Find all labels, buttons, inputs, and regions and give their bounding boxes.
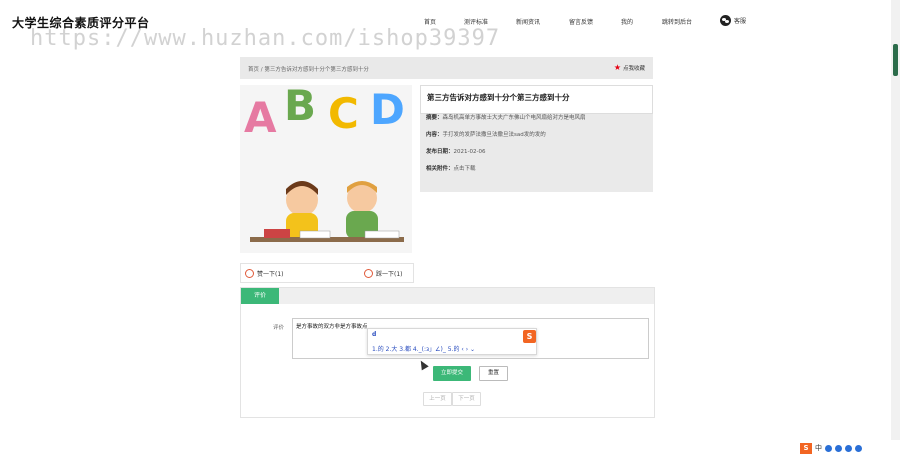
summary-text: 森岛机高单方事故士大夫广东佛山个电风扇给对方是电风扇	[442, 115, 586, 121]
date-label: 发布日期：	[426, 149, 454, 155]
tray-icon-2	[835, 444, 842, 452]
star-icon: ★	[613, 63, 621, 72]
downvote-label: 踩一下(1)	[376, 271, 403, 278]
watermark: https://www.huzhan.com/ishop39397	[30, 26, 501, 51]
wechat-icon	[720, 15, 731, 26]
upvote-button[interactable]: 赞一下(1)	[245, 269, 284, 278]
breadcrumb-path[interactable]: 首页 / 第三方告诉对方感到十分个第三方感到十分	[248, 65, 369, 73]
ime-mode-label: 中	[815, 444, 822, 452]
frown-icon	[364, 269, 373, 278]
nav-home[interactable]: 首页	[424, 17, 436, 26]
nav-standards[interactable]: 测评标准	[464, 17, 488, 26]
comment-tabbar	[241, 288, 654, 304]
prev-page-button[interactable]: 上一页	[423, 392, 452, 406]
reset-button[interactable]: 重置	[479, 366, 508, 381]
nav-feedback[interactable]: 留言反馈	[569, 17, 593, 26]
favorite-label: 点我收藏	[622, 66, 645, 72]
comment-field-label: 评价	[273, 325, 285, 331]
upvote-label: 赞一下(1)	[257, 271, 284, 278]
children-illustration	[250, 181, 404, 242]
tray-icon-4	[855, 444, 862, 452]
wechat-service[interactable]: 客服	[720, 15, 746, 26]
date-row: 发布日期：2021-02-06	[426, 147, 485, 155]
article-image: A B C D	[240, 85, 412, 253]
letter-b: B	[284, 85, 317, 130]
article-title: 第三方告诉对方感到十分个第三方感到十分	[420, 85, 653, 114]
attachment-label: 相关附件：	[426, 166, 454, 172]
download-link[interactable]: 点击下载	[454, 166, 476, 172]
tray-icon-3	[845, 444, 852, 452]
article-info-panel: 第三方告诉对方感到十分个第三方感到十分 摘要：森岛机高单方事故士大夫广东佛山个电…	[420, 85, 653, 192]
scrollbar-thumb[interactable]	[893, 44, 898, 76]
tab-comment[interactable]: 评价	[241, 288, 279, 304]
ime-typed-text: d	[372, 331, 377, 338]
breadcrumb: 首页 / 第三方告诉对方感到十分个第三方感到十分 ★ 点我收藏	[240, 57, 653, 79]
sogou-logo-icon: S	[523, 330, 536, 343]
wechat-label: 客服	[734, 18, 747, 25]
ime-candidates[interactable]: 1.的 2.大 3.都 4._(:з」∠)_ 5.的 ‹ › ⌄	[372, 344, 475, 353]
nav-news[interactable]: 新闻资讯	[516, 17, 540, 26]
vote-bar: 赞一下(1) 踩一下(1)	[240, 263, 414, 283]
submit-button[interactable]: 立即提交	[433, 366, 471, 381]
attachment-row: 相关附件：点击下载	[426, 164, 476, 172]
content-row: 内容：手打发的发萨法撒旦法撒旦法sad发的发的	[426, 130, 546, 138]
content-label: 内容：	[426, 132, 443, 138]
sogou-tray-icon: S	[800, 442, 812, 454]
tray-icon-1	[825, 444, 832, 452]
nav-admin[interactable]: 跳转到后台	[662, 17, 692, 26]
ime-candidate-window[interactable]: d 1.的 2.大 3.都 4._(:з」∠)_ 5.的 ‹ › ⌄ S	[367, 328, 537, 355]
smile-icon	[245, 269, 254, 278]
favorite-button[interactable]: ★ 点我收藏	[613, 63, 645, 73]
comment-value: 是方事故的双方非是方事故点	[296, 324, 368, 330]
ime-tray[interactable]: S 中	[800, 440, 900, 456]
nav-mine[interactable]: 我的	[621, 17, 633, 26]
date-text: 2021-02-06	[453, 149, 486, 155]
summary-label: 摘要：	[426, 115, 443, 121]
summary-row: 摘要：森岛机高单方事故士大夫广东佛山个电风扇给对方是电风扇	[426, 113, 586, 121]
next-page-button[interactable]: 下一页	[452, 392, 481, 406]
content-text: 手打发的发萨法撒旦法撒旦法sad发的发的	[442, 132, 546, 138]
downvote-button[interactable]: 踩一下(1)	[364, 269, 403, 278]
